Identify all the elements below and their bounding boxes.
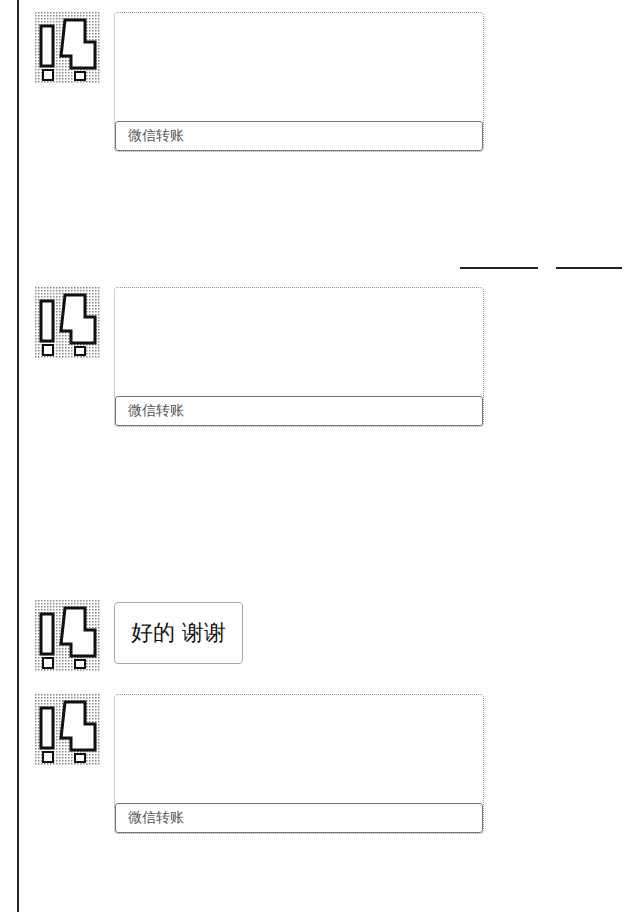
chat-screenshot: 微信转账 微信转账 好的 谢谢 微信转账 (0, 0, 638, 912)
transfer-footer: 微信转账 (115, 396, 483, 426)
transfer-body (115, 13, 483, 121)
message-row: 微信转账 (19, 287, 638, 427)
text-bubble[interactable]: 好的 谢谢 (114, 602, 243, 664)
transfer-footer: 微信转账 (115, 803, 483, 833)
divider-line (460, 267, 538, 269)
transfer-body (115, 288, 483, 396)
avatar-icon[interactable] (35, 694, 101, 766)
divider (19, 258, 638, 278)
avatar-icon[interactable] (35, 287, 101, 359)
message-row: 微信转账 (19, 694, 638, 834)
message-row: 微信转账 (19, 12, 638, 152)
message-row: 好的 谢谢 (19, 600, 638, 672)
transfer-card[interactable]: 微信转账 (114, 12, 484, 152)
transfer-card[interactable]: 微信转账 (114, 694, 484, 834)
transfer-label: 微信转账 (128, 127, 184, 145)
avatar-icon[interactable] (35, 12, 101, 84)
message-list: 微信转账 微信转账 好的 谢谢 微信转账 (17, 0, 638, 912)
avatar-icon[interactable] (35, 600, 101, 672)
transfer-card[interactable]: 微信转账 (114, 287, 484, 427)
divider-line (556, 267, 622, 269)
transfer-footer: 微信转账 (115, 121, 483, 151)
transfer-label: 微信转账 (128, 402, 184, 420)
transfer-label: 微信转账 (128, 809, 184, 827)
transfer-body (115, 695, 483, 803)
